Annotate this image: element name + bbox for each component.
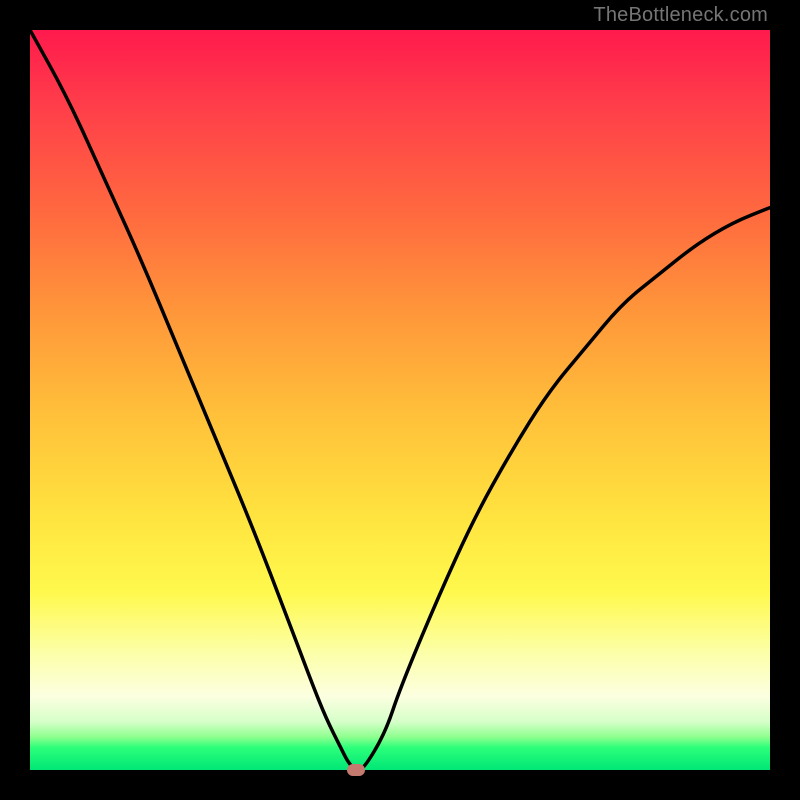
- watermark-text: TheBottleneck.com: [593, 4, 768, 27]
- chart-frame: TheBottleneck.com: [0, 0, 800, 800]
- bottleneck-curve-path: [30, 30, 770, 770]
- optimal-point-marker: [347, 764, 365, 776]
- plot-area: [30, 30, 770, 770]
- curve-svg: [30, 30, 770, 770]
